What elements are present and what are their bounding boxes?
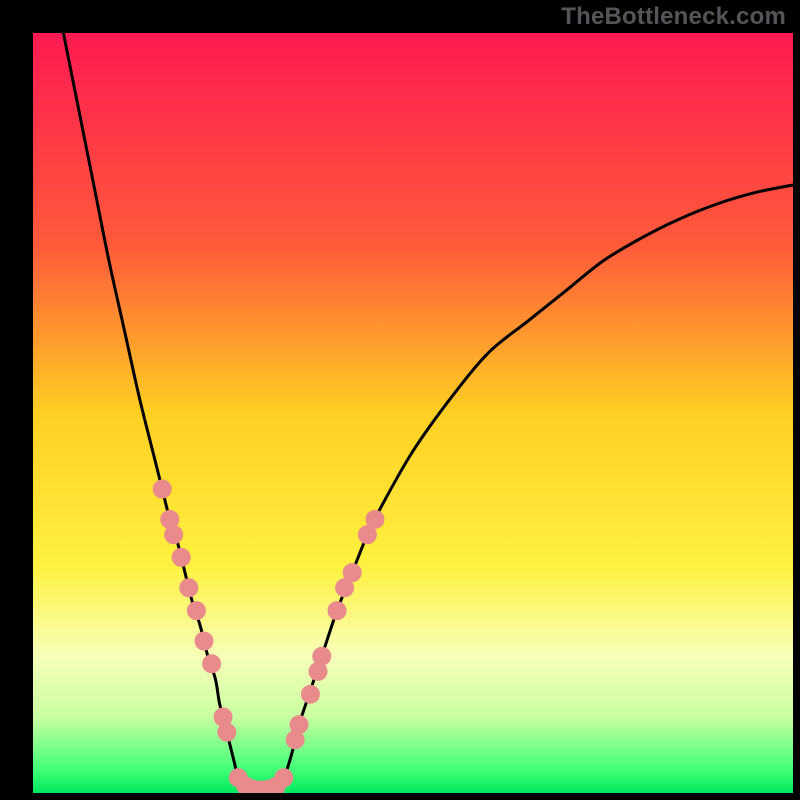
marker-left-cluster <box>153 480 171 498</box>
chart-frame: TheBottleneck.com <box>0 0 800 800</box>
marker-right-cluster <box>343 564 361 582</box>
marker-left-cluster <box>218 723 236 741</box>
marker-right-cluster <box>290 716 308 734</box>
marker-right-cluster <box>328 602 346 620</box>
marker-left-cluster <box>172 548 190 566</box>
chart-svg <box>33 33 793 793</box>
plot-area <box>33 33 793 793</box>
marker-left-cluster <box>203 655 221 673</box>
marker-right-cluster <box>313 647 331 665</box>
marker-left-cluster <box>165 526 183 544</box>
marker-valley-cluster <box>275 769 293 787</box>
marker-right-cluster <box>366 510 384 528</box>
marker-left-cluster <box>195 632 213 650</box>
gradient-background <box>33 33 793 793</box>
marker-left-cluster <box>187 602 205 620</box>
marker-left-cluster <box>180 579 198 597</box>
watermark-text: TheBottleneck.com <box>561 3 786 31</box>
marker-right-cluster <box>301 685 319 703</box>
